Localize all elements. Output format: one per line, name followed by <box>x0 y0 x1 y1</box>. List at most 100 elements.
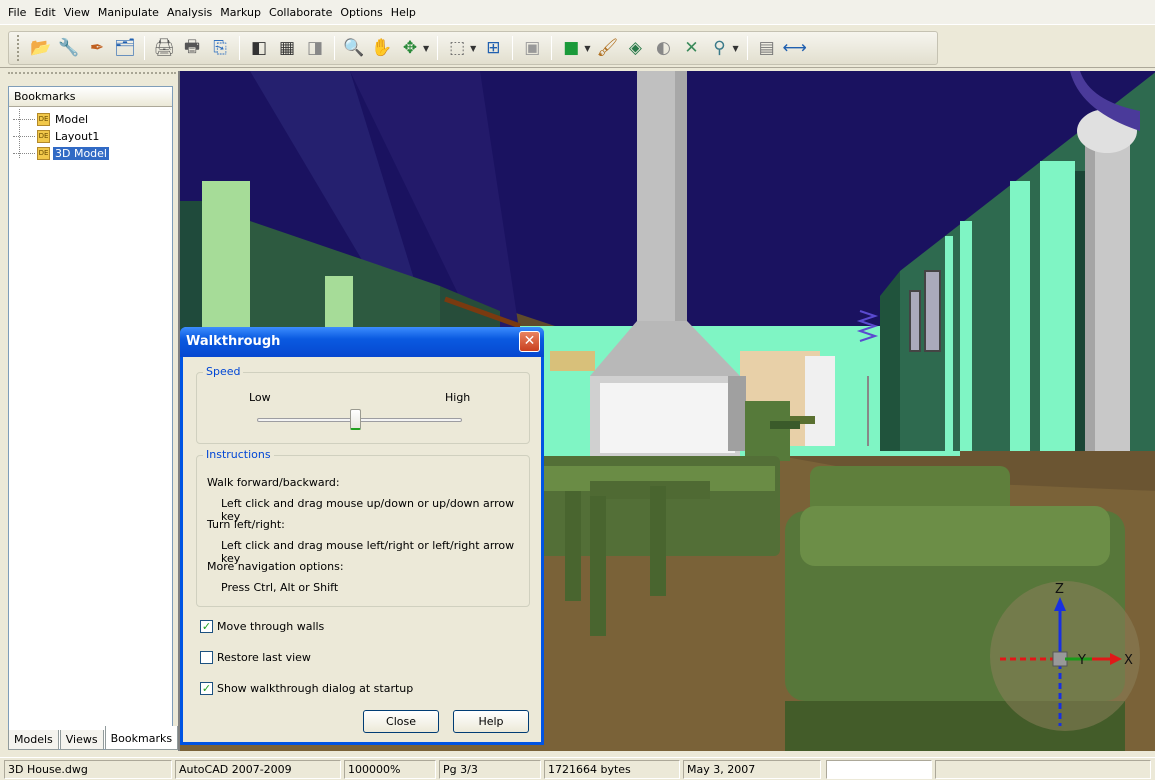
tree-line <box>13 135 35 137</box>
toolbar-separator <box>144 36 145 60</box>
camera-icon[interactable]: ▣ <box>519 35 545 61</box>
menu-collaborate[interactable]: Collaborate <box>265 4 336 21</box>
next-page-icon[interactable]: ◨ <box>302 35 328 61</box>
status-bar: 3D House.dwg AutoCAD 2007-2009 100000% P… <box>0 757 1155 780</box>
pen-icon[interactable]: ✒ <box>84 35 110 61</box>
speed-low-label: Low <box>249 391 271 404</box>
status-file-size: 1721664 bytes <box>544 760 680 779</box>
tree-item-model[interactable]: DE Model <box>13 111 90 127</box>
close-button[interactable]: Close <box>363 710 439 733</box>
open-icon[interactable]: 📂 <box>28 35 54 61</box>
walkthrough-icon[interactable]: ⚲ <box>706 35 732 61</box>
explode-icon[interactable]: ✕ <box>678 35 704 61</box>
restore-last-view-checkbox[interactable]: Restore last view <box>200 651 311 664</box>
zoom-dropdown-icon[interactable]: ▼ <box>470 44 476 53</box>
status-zoom: 100000% <box>344 760 436 779</box>
axis-gizmo[interactable]: Z Y X <box>980 571 1155 751</box>
show-dialog-at-startup-checkbox[interactable]: ✓ Show walkthrough dialog at startup <box>200 682 413 695</box>
menu-manipulate[interactable]: Manipulate <box>94 4 163 21</box>
measure-icon[interactable]: ⟷ <box>782 35 808 61</box>
menu-view[interactable]: View <box>60 4 94 21</box>
speed-high-label: High <box>445 391 471 404</box>
wireframe-icon[interactable]: ◈ <box>622 35 648 61</box>
toolbar: 📂 🔧 ✒ 🗂 🖨 🖶 ⎘ ◧ ▦ ◨ 🔍 ✋ ✥ ▼ ⬚ ▼ ⊞ ▣ ■ ▼ … <box>0 24 1155 68</box>
render-dropdown-icon[interactable]: ▼ <box>584 44 590 53</box>
menu-markup[interactable]: Markup <box>216 4 265 21</box>
orbit-dropdown-icon[interactable]: ▼ <box>423 44 429 53</box>
toolbar-separator <box>334 36 335 60</box>
speed-group: Speed Low High <box>196 365 530 444</box>
tree-item-label: Model <box>55 112 89 126</box>
menu-analysis[interactable]: Analysis <box>163 4 216 21</box>
toolbar-strip: 📂 🔧 ✒ 🗂 🖨 🖶 ⎘ ◧ ▦ ◨ 🔍 ✋ ✥ ▼ ⬚ ▼ ⊞ ▣ ■ ▼ … <box>8 31 938 65</box>
tree-item-3d-model[interactable]: DE 3D Model <box>13 145 109 161</box>
instruction-more-text: Press Ctrl, Alt or Shift <box>221 581 339 594</box>
menu-file[interactable]: File <box>4 4 30 21</box>
shaded-cube-icon[interactable]: ■ <box>558 35 584 61</box>
tab-views[interactable]: Views <box>59 730 104 750</box>
properties-icon[interactable]: ▤ <box>754 35 780 61</box>
instruction-turn-heading: Turn left/right: <box>207 518 285 531</box>
instruction-more-heading: More navigation options: <box>207 560 344 573</box>
bookmarks-panel: Bookmarks DE Model DE Layout1 DE 3D Mode… <box>8 86 173 750</box>
navigation-dropdown-icon[interactable]: ▼ <box>732 44 738 53</box>
status-field <box>826 760 932 779</box>
toolbar-separator <box>437 36 439 60</box>
checkbox-label: Restore last view <box>217 651 311 664</box>
toolbar-separator <box>239 36 240 60</box>
tree-item-layout1[interactable]: DE Layout1 <box>13 128 101 144</box>
status-format: AutoCAD 2007-2009 <box>175 760 341 779</box>
instruction-walk-heading: Walk forward/backward: <box>207 476 340 489</box>
menu-help[interactable]: Help <box>387 4 420 21</box>
walkthrough-dialog: Walkthrough ✕ Speed Low High Instruction… <box>180 327 544 745</box>
publish-icon[interactable]: 🔧 <box>56 35 82 61</box>
menu-edit[interactable]: Edit <box>30 4 59 21</box>
help-button[interactable]: Help <box>453 710 529 733</box>
menu-bar: File Edit View Manipulate Analysis Marku… <box>0 0 1155 24</box>
pan-icon[interactable]: ✋ <box>369 35 395 61</box>
bookmark-tree: DE Model DE Layout1 DE 3D Model <box>9 109 172 739</box>
tab-models[interactable]: Models <box>8 730 59 750</box>
tree-line <box>13 118 35 120</box>
copy-icon[interactable]: ⎘ <box>207 35 233 61</box>
speed-slider-thumb[interactable] <box>350 409 362 430</box>
section-icon[interactable]: ◐ <box>650 35 676 61</box>
batch-print-icon[interactable]: 🖶 <box>179 35 205 61</box>
z-axis-label: Z <box>1055 582 1064 597</box>
status-date: May 3, 2007 <box>683 760 821 779</box>
instructions-group-title: Instructions <box>203 448 274 461</box>
bookmark-icon: DE <box>37 129 50 143</box>
tree-item-label: Layout1 <box>55 129 100 143</box>
toolbar-separator <box>512 36 514 60</box>
checkbox-box[interactable]: ✓ <box>200 620 213 633</box>
fit-to-window-icon[interactable]: ⊞ <box>480 35 506 61</box>
panel-header: Bookmarks <box>9 87 172 107</box>
move-through-walls-checkbox[interactable]: ✓ Move through walls <box>200 620 324 633</box>
status-file-name: 3D House.dwg <box>4 760 172 779</box>
zoom-window-icon[interactable]: ⬚ <box>444 35 470 61</box>
paint-brush-icon[interactable]: 🖌 <box>594 35 620 61</box>
tree-line <box>13 152 35 154</box>
checkbox-box[interactable] <box>200 651 213 664</box>
page-grid-icon[interactable]: ▦ <box>274 35 300 61</box>
dialog-title-bar[interactable]: Walkthrough ✕ <box>180 327 544 357</box>
tree-item-label: 3D Model <box>53 146 109 160</box>
print-icon[interactable]: 🖨 <box>151 35 177 61</box>
panel-grip[interactable] <box>8 72 176 78</box>
dialog-title: Walkthrough <box>186 334 281 349</box>
status-page: Pg 3/3 <box>439 760 541 779</box>
checkbox-label: Show walkthrough dialog at startup <box>217 682 414 695</box>
panel-tabs: Models Views Bookmarks <box>8 726 179 750</box>
orbit-icon[interactable]: ✥ <box>397 35 423 61</box>
toolbar-grip[interactable] <box>17 35 21 61</box>
tree-icon[interactable]: 🗂 <box>112 35 138 61</box>
zoom-icon[interactable]: 🔍 <box>341 35 367 61</box>
close-icon[interactable]: ✕ <box>519 331 540 352</box>
menu-options[interactable]: Options <box>336 4 386 21</box>
instructions-group: Instructions Walk forward/backward: Left… <box>196 448 530 607</box>
tab-bookmarks[interactable]: Bookmarks <box>104 726 179 750</box>
status-spare <box>935 760 1151 779</box>
speed-group-title: Speed <box>203 365 244 378</box>
previous-page-icon[interactable]: ◧ <box>246 35 272 61</box>
checkbox-box[interactable]: ✓ <box>200 682 213 695</box>
